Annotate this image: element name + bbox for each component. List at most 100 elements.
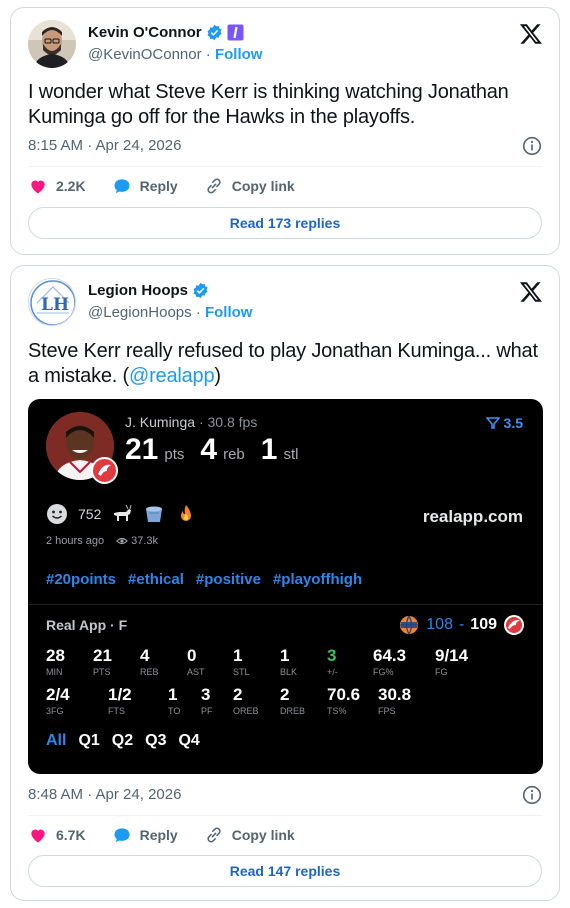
score-home: 108 [426, 616, 453, 633]
stat-label: TS% [327, 706, 347, 716]
stat-value: 28 [46, 646, 65, 665]
tab-q4[interactable]: Q4 [178, 732, 199, 750]
copy-link-button[interactable]: Copy link [204, 176, 295, 196]
stat-label: FG [435, 667, 448, 677]
bucket-icon[interactable] [143, 503, 165, 525]
period-tabs: All Q1 Q2 Q3 Q4 [46, 732, 200, 750]
hashtag[interactable]: #ethical [128, 571, 184, 588]
stat-pts: 21 PTS [93, 646, 112, 677]
like-button[interactable]: 2.2K [28, 176, 86, 196]
fire-icon[interactable] [175, 503, 197, 525]
hawks-logo-icon [91, 457, 118, 484]
tweet-text: I wonder what Steve Kerr is thinking wat… [28, 81, 509, 128]
author-name[interactable]: Legion Hoops [88, 282, 188, 299]
stat-value: 1 [168, 685, 178, 704]
svg-text:LH: LH [41, 295, 69, 315]
odds-badge[interactable]: 3.5 [485, 415, 523, 431]
stat-ast: 0 AST [187, 646, 205, 677]
stat-fps: 30.8 FPS [378, 685, 411, 716]
stat-label: OREB [233, 706, 259, 716]
speech-bubble-icon [114, 828, 130, 843]
author-name[interactable]: Kevin O'Connor [88, 24, 202, 41]
reply-button[interactable]: Reply [112, 825, 178, 845]
copy-link-button[interactable]: Copy link [204, 825, 295, 845]
author-avatar[interactable] [28, 20, 76, 68]
read-replies-button[interactable]: Read 147 replies [28, 855, 542, 887]
stat-pf: 3 PF [201, 685, 213, 716]
stat-label: PTS [93, 667, 111, 677]
like-count: 2.2K [56, 178, 86, 194]
stat-value: 4 [140, 646, 150, 665]
stat-value: 2/4 [46, 685, 70, 704]
tab-q3[interactable]: Q3 [145, 732, 166, 750]
link-icon [207, 178, 221, 194]
divider [28, 815, 542, 816]
stat-value: 21 [93, 646, 112, 665]
views-group: 37.3k [116, 535, 158, 547]
tab-all[interactable]: All [46, 732, 66, 750]
author-handle[interactable]: @KevinOConnor [88, 46, 202, 63]
steals-label: stl [283, 446, 299, 463]
separator-dot: · [198, 414, 204, 430]
points-value: 21 [125, 433, 159, 466]
author-name-row: Kevin O'Connor [88, 24, 244, 41]
stat-label: DREB [280, 706, 306, 716]
like-button[interactable]: 6.7K [28, 825, 86, 845]
info-icon[interactable] [522, 785, 542, 805]
tweet-actions: 6.7K Reply Copy link [28, 825, 321, 845]
player-fps: 30.8 fps [207, 414, 258, 430]
brand-link[interactable]: realapp.com [423, 507, 523, 527]
affiliate-badge-icon [227, 24, 244, 41]
embedded-stat-card[interactable]: J. Kuminga · 30.8 fps 21 pts 4 reb 1 stl… [28, 399, 543, 774]
smiley-icon[interactable] [46, 503, 68, 525]
game-score[interactable]: 108-109 [398, 614, 525, 636]
read-replies-button[interactable]: Read 173 replies [28, 207, 542, 239]
tweet-timestamp[interactable]: 8:48 AM · Apr 24, 2026 [28, 786, 181, 803]
x-logo-icon[interactable] [519, 280, 543, 304]
tweet-text-body: Steve Kerr really refused to play Jonath… [28, 340, 538, 387]
verified-badge-icon [193, 282, 208, 299]
author-handle-row: @LegionHoops · Follow [88, 304, 252, 321]
eye-icon [116, 537, 128, 545]
tweet-timestamp[interactable]: 8:15 AM · Apr 24, 2026 [28, 137, 181, 154]
stat-stl: 1 STL [233, 646, 250, 677]
reaction-count: 752 [78, 506, 102, 522]
stat-value: 2 [280, 685, 290, 704]
tab-q2[interactable]: Q2 [112, 732, 133, 750]
author-avatar[interactable]: LH [28, 278, 76, 326]
player-statline: 21 pts 4 reb 1 stl [125, 433, 308, 467]
x-logo-icon[interactable] [519, 22, 543, 46]
tweet-text-end: ) [214, 365, 221, 387]
stat-value: 70.6 [327, 685, 361, 704]
tab-q1[interactable]: Q1 [78, 732, 99, 750]
stat-fg-pct: 64.3 FG% [373, 646, 406, 677]
team-line: Real App · F [46, 617, 128, 633]
author-handle[interactable]: @LegionHoops [88, 304, 192, 321]
separator-dot: · [205, 46, 211, 63]
goat-icon[interactable] [111, 503, 133, 525]
stat-value: 2 [233, 685, 243, 704]
mention-link[interactable]: @realapp [129, 365, 215, 387]
score-away: 109 [470, 616, 497, 633]
link-icon [207, 827, 221, 843]
hashtag-row: #20points #ethical #positive #playoffhig… [46, 571, 362, 588]
stat-value: 1 [280, 646, 290, 665]
hashtag[interactable]: #20points [46, 571, 116, 588]
stat-value: 3 [201, 685, 211, 704]
info-icon[interactable] [522, 136, 542, 156]
stat-dreb: 2 DREB [280, 685, 305, 716]
odds-value: 3.5 [503, 415, 523, 431]
follow-button[interactable]: Follow [205, 304, 253, 321]
hashtag[interactable]: #positive [196, 571, 261, 588]
stat-value: 0 [187, 646, 197, 665]
follow-button[interactable]: Follow [215, 46, 263, 63]
reply-button[interactable]: Reply [112, 176, 178, 196]
stat-fg: 9/14 FG [435, 646, 468, 677]
filter-funnel-icon [485, 417, 500, 429]
stat-fts: 1/2 FTS [108, 685, 132, 716]
hashtag[interactable]: #playoffhigh [273, 571, 362, 588]
stat-value: 64.3 [373, 646, 407, 665]
author-handle-row: @KevinOConnor · Follow [88, 46, 262, 63]
reply-label: Reply [139, 178, 178, 194]
heart-icon [31, 829, 45, 843]
